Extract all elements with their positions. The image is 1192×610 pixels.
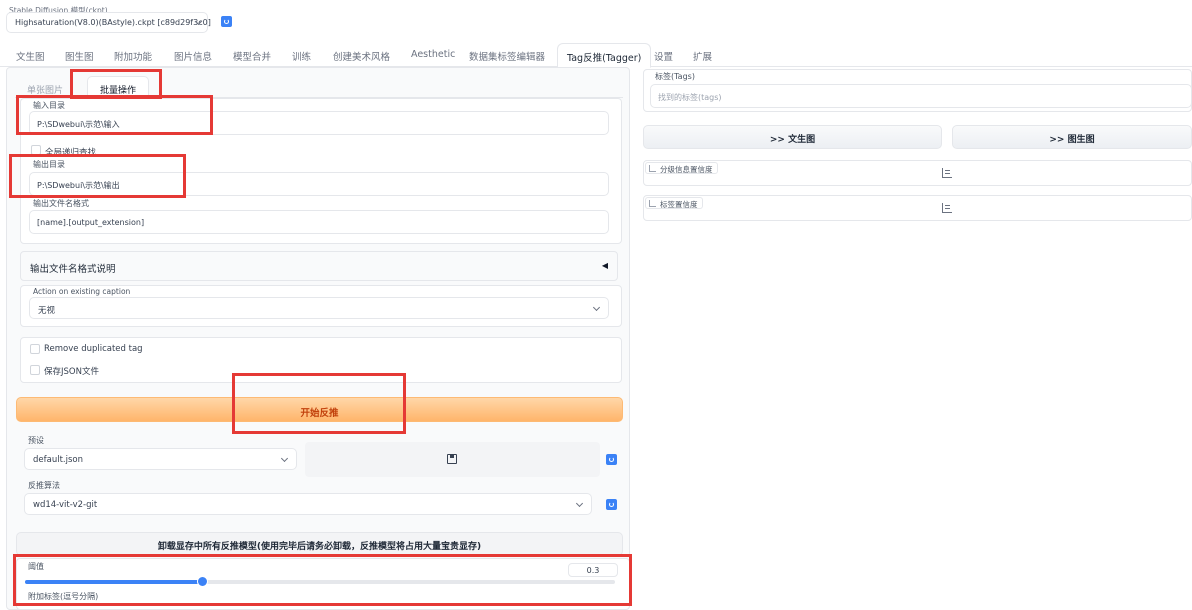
tab-aesthetic[interactable]: Aesthetic [411,49,455,60]
tab-checkpoint-merger[interactable]: 模型合并 [233,49,271,63]
preset-label: 预设 [28,436,44,445]
tags-output-placeholder: 找到的标签(tags) [658,93,722,102]
tab-txt2img[interactable]: 文生图 [16,49,45,63]
tab-train[interactable]: 训练 [292,49,311,63]
rating-confidence-label-text: 分级信息置信度 [660,165,713,174]
highlight-start-button [232,373,406,434]
filename-format-value: [name].[output_extension] [37,218,145,227]
send-to-img2img-label: >> 图生图 [1049,135,1095,145]
filename-format-label: 输出文件名格式 [33,199,89,208]
main-tabs: 文生图 图生图 附加功能 图片信息 模型合并 训练 创建美术风格 Aesthet… [0,43,1192,68]
label-chart-icon [649,165,656,172]
rating-confidence-label: 分级信息置信度 [645,162,718,174]
caption-action-label: Action on existing caption [33,287,131,296]
caption-action-value: 无视 [38,306,56,316]
interrogator-select[interactable]: wd14-vit-v2-git [24,493,592,515]
save-json-label: 保存JSON文件 [44,367,99,377]
refresh-preset-icon[interactable] [606,454,617,465]
refresh-model-icon[interactable] [221,16,232,27]
highlight-threshold [13,554,632,606]
label-chart-icon [649,200,656,207]
chevron-down-icon [575,499,584,508]
bar-chart-icon [942,203,952,213]
model-select-value: Highsaturation(V8.0)(BAstyle).ckpt [c89d… [15,18,211,27]
tag-confidence-label: 标签置信度 [645,197,703,209]
tab-extras[interactable]: 附加功能 [114,49,152,63]
tab-extensions[interactable]: 扩展 [693,49,712,63]
filename-format-field[interactable]: [name].[output_extension] [29,210,609,234]
tab-dataset-tag-editor[interactable]: 数据集标签编辑器 [469,49,545,63]
rating-confidence-block [643,160,1192,186]
interrogator-value: wd14-vit-v2-git [33,500,98,510]
send-to-img2img-button[interactable]: >> 图生图 [952,125,1192,149]
bar-chart-icon [942,168,952,178]
send-to-txt2img-button[interactable]: >> 文生图 [643,125,942,149]
tag-confidence-block [643,195,1192,221]
tag-confidence-label-text: 标签置信度 [660,200,698,209]
save-json-checkbox[interactable] [30,365,40,375]
tab-tagger[interactable]: Tag反推(Tagger) [557,43,652,68]
preset-value: default.json [33,455,83,465]
collapse-triangle-icon: ◀ [601,261,608,270]
caption-action-select[interactable]: 无视 [29,297,609,319]
model-select[interactable]: Highsaturation(V8.0)(BAstyle).ckpt [c89d… [6,12,211,33]
floppy-disk-icon [447,454,457,464]
preset-select[interactable]: default.json [24,448,297,470]
unload-models-button[interactable]: 卸载显存中所有反推模型(使用完毕后请务必卸载，反推模型将占用大量宝贵显存) [16,532,623,556]
highlight-input-dir [16,95,213,135]
unload-models-label: 卸载显存中所有反推模型(使用完毕后请务必卸载，反推模型将占用大量宝贵显存) [157,542,482,552]
chevron-down-icon [280,454,289,463]
filename-format-help-label: 输出文件名格式说明 [30,264,116,275]
highlight-output-dir [9,154,186,198]
remove-duplicated-checkbox[interactable] [30,344,40,354]
tags-label: 标签(Tags) [655,72,695,81]
tab-settings[interactable]: 设置 [654,49,673,63]
chevron-down-icon [592,303,601,312]
tab-img2img[interactable]: 图生图 [65,49,94,63]
refresh-interrogator-icon[interactable] [606,499,617,510]
send-to-txt2img-label: >> 文生图 [769,135,816,145]
tab-create-style[interactable]: 创建美术风格 [333,49,390,63]
interrogator-label: 反推算法 [28,481,60,490]
tab-png-info[interactable]: 图片信息 [174,49,212,63]
remove-duplicated-label: Remove duplicated tag [44,344,143,354]
filename-format-help-accordion[interactable]: 输出文件名格式说明 ◀ [20,251,618,281]
tags-output-textbox[interactable]: 找到的标签(tags) [650,84,1192,108]
save-preset-button[interactable] [305,442,600,477]
